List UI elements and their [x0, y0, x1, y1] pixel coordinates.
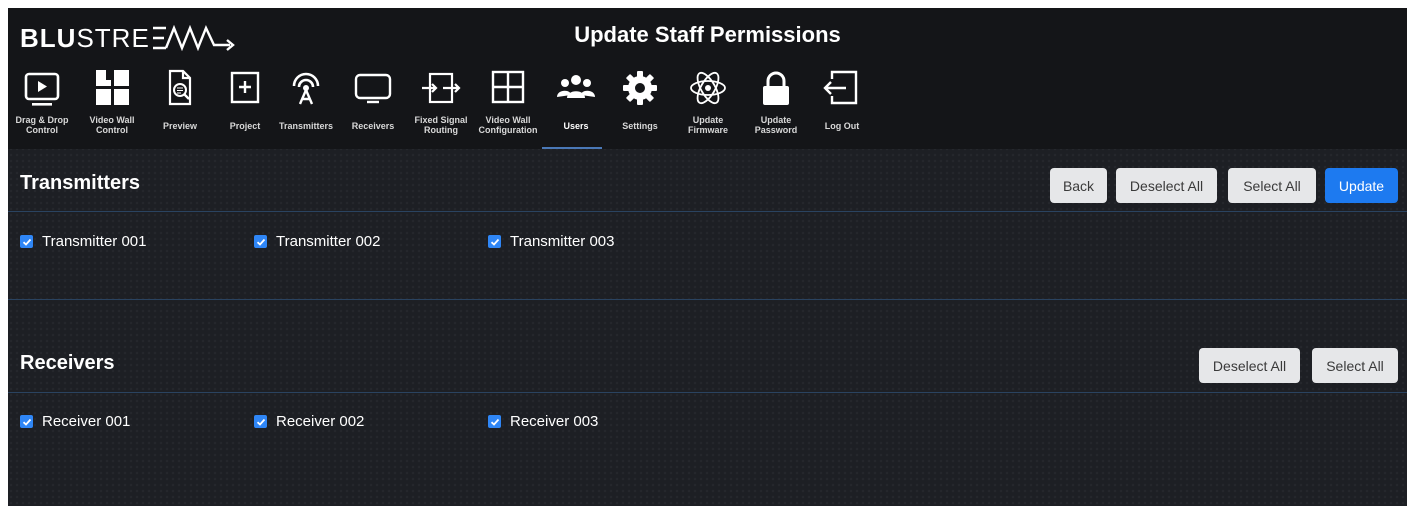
- page-title: Update Staff Permissions: [574, 22, 841, 47]
- nav-item-drag-drop-control[interactable]: Drag & Drop Control: [10, 66, 74, 149]
- back-button[interactable]: Back: [1050, 168, 1107, 203]
- checkbox-label: Transmitter 001: [42, 233, 147, 250]
- nav-item-update-password[interactable]: Update Password: [744, 66, 808, 149]
- checkbox-label: Receiver 003: [510, 413, 599, 430]
- nav-label: Drag & Drop Control: [15, 115, 69, 135]
- checkbox-checked-icon: [254, 415, 267, 428]
- transmitters-section-title: Transmitters: [20, 172, 141, 194]
- fixed-signal-routing-icon: [422, 72, 461, 104]
- transmitters-select-all-button[interactable]: Select All: [1228, 168, 1316, 203]
- transmitter-checkbox-001[interactable]: Transmitter 001: [20, 233, 146, 250]
- lock-icon: [763, 71, 789, 105]
- log-out-icon: [823, 70, 858, 105]
- update-button[interactable]: Update: [1325, 168, 1398, 203]
- nav-item-project[interactable]: Project: [213, 66, 277, 149]
- receivers-icon: [354, 73, 392, 104]
- checkbox-label: Receiver 002: [276, 413, 365, 430]
- nav-item-preview[interactable]: Preview: [148, 66, 212, 149]
- nav-item-log-out[interactable]: Log Out: [810, 66, 874, 149]
- transmitters-deselect-all-button[interactable]: Deselect All: [1116, 168, 1217, 203]
- video-wall-configuration-icon: [491, 70, 525, 104]
- transmitter-checkbox-003[interactable]: Transmitter 003: [488, 233, 614, 250]
- users-icon: [557, 75, 595, 98]
- transmitters-divider: [8, 211, 1407, 212]
- nav-item-video-wall-control[interactable]: Video Wall Control: [80, 66, 144, 149]
- preview-icon: [168, 69, 192, 106]
- checkbox-label: Transmitter 003: [510, 233, 615, 250]
- receivers-divider: [8, 392, 1407, 393]
- transmitters-bottom-divider: [8, 299, 1407, 300]
- transmitter-checkbox-002[interactable]: Transmitter 002: [254, 233, 380, 250]
- drag-drop-control-icon: [24, 72, 60, 106]
- update-firmware-icon: [690, 71, 726, 105]
- checkbox-checked-icon: [488, 415, 501, 428]
- receiver-checkbox-003[interactable]: Receiver 003: [488, 413, 598, 430]
- nav-item-video-wall-configuration[interactable]: Video Wall Configuration: [476, 66, 540, 149]
- nav-item-receivers[interactable]: Receivers: [341, 66, 405, 149]
- transmitters-icon: [292, 72, 320, 105]
- project-icon: [230, 71, 260, 104]
- checkbox-checked-icon: [20, 415, 33, 428]
- checkbox-label: Receiver 001: [42, 413, 131, 430]
- active-tab-underline: [542, 147, 602, 149]
- nav-item-update-firmware[interactable]: Update Firmware: [676, 66, 740, 149]
- app-window: BLU STRE Update Staff Permissions Drag & …: [8, 8, 1407, 506]
- receivers-select-all-button[interactable]: Select All: [1312, 348, 1398, 383]
- nav-label: Log Out: [824, 121, 860, 131]
- nav-item-users[interactable]: Users: [542, 66, 608, 149]
- checkbox-checked-icon: [254, 235, 267, 248]
- receiver-checkbox-002[interactable]: Receiver 002: [254, 413, 364, 430]
- receivers-deselect-all-button[interactable]: Deselect All: [1199, 348, 1300, 383]
- nav-item-settings[interactable]: Settings: [608, 66, 672, 149]
- video-wall-control-icon: [96, 70, 129, 105]
- nav-item-fixed-signal-routing[interactable]: Fixed Signal Routing: [409, 66, 473, 149]
- nav-item-transmitters[interactable]: Transmitters: [274, 66, 338, 149]
- receivers-section-title: Receivers: [20, 352, 115, 374]
- receiver-checkbox-001[interactable]: Receiver 001: [20, 413, 130, 430]
- checkbox-checked-icon: [20, 235, 33, 248]
- checkbox-checked-icon: [488, 235, 501, 248]
- checkbox-label: Transmitter 002: [276, 233, 381, 250]
- settings-icon: [623, 71, 657, 105]
- top-bar: BLU STRE Update Staff Permissions Drag & …: [8, 8, 1407, 149]
